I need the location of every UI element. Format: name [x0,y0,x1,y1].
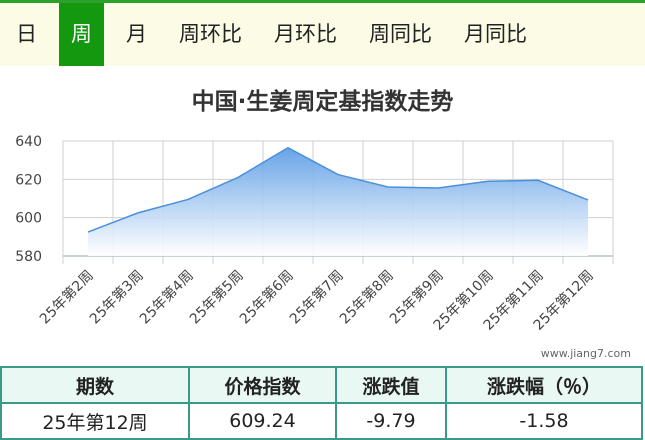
x-tick-label: 25年第2周 [36,267,97,328]
index-chart: 580600620640 25年第2周25年第3周25年第4周25年第5周25年… [15,134,614,334]
x-tick-label: 25年第6周 [236,267,297,328]
cell-change-percent: -1.58 [445,402,643,440]
y-tick-label: 620 [15,172,42,188]
header-price-index: 价格指数 [188,366,337,404]
cell-price-index: 609.24 [188,402,337,440]
y-tick-label: 580 [15,249,42,265]
summary-table: 期数 价格指数 涨跌值 涨跌幅（％） 25年第12周 609.24 -9.79 … [0,366,643,440]
x-axis-ticks: 25年第2周25年第3周25年第4周25年第5周25年第6周25年第7周25年第… [36,267,597,334]
tab-week-over-week[interactable]: 周环比 [163,3,258,66]
header-period: 期数 [0,366,190,404]
table-header-row: 期数 价格指数 涨跌值 涨跌幅（％） [0,366,643,404]
header-change-value: 涨跌值 [335,366,447,404]
x-tick-label: 25年第7周 [286,267,347,328]
cell-period: 25年第12周 [0,402,190,440]
chart-title: 中国·生姜周定基指数走势 [191,89,454,115]
header-change-percent: 涨跌幅（％） [445,366,643,404]
period-tabs: 日 周 月 周环比 月环比 周同比 月同比 [0,3,645,66]
tab-month-over-month[interactable]: 月环比 [258,3,353,66]
x-tick-label: 25年第4周 [136,267,197,328]
y-tick-label: 600 [15,211,42,227]
tab-week-year-over-year[interactable]: 周同比 [353,3,448,66]
x-tick-label: 25年第3周 [86,267,147,328]
y-axis-ticks: 580 600 620 640 [15,134,42,265]
watermark: www.jiang7.com [540,347,631,360]
tab-month-year-over-year[interactable]: 月同比 [448,3,543,66]
x-tick-label: 25年第5周 [186,267,247,328]
cell-change-value: -9.79 [335,402,447,440]
y-tick-label: 640 [15,134,42,150]
tab-week[interactable]: 周 [59,3,104,66]
tab-day[interactable]: 日 [0,3,53,66]
tab-month[interactable]: 月 [110,3,163,66]
table-row: 25年第12周 609.24 -9.79 -1.58 [0,402,643,440]
x-tick-label: 25年第8周 [336,267,397,328]
